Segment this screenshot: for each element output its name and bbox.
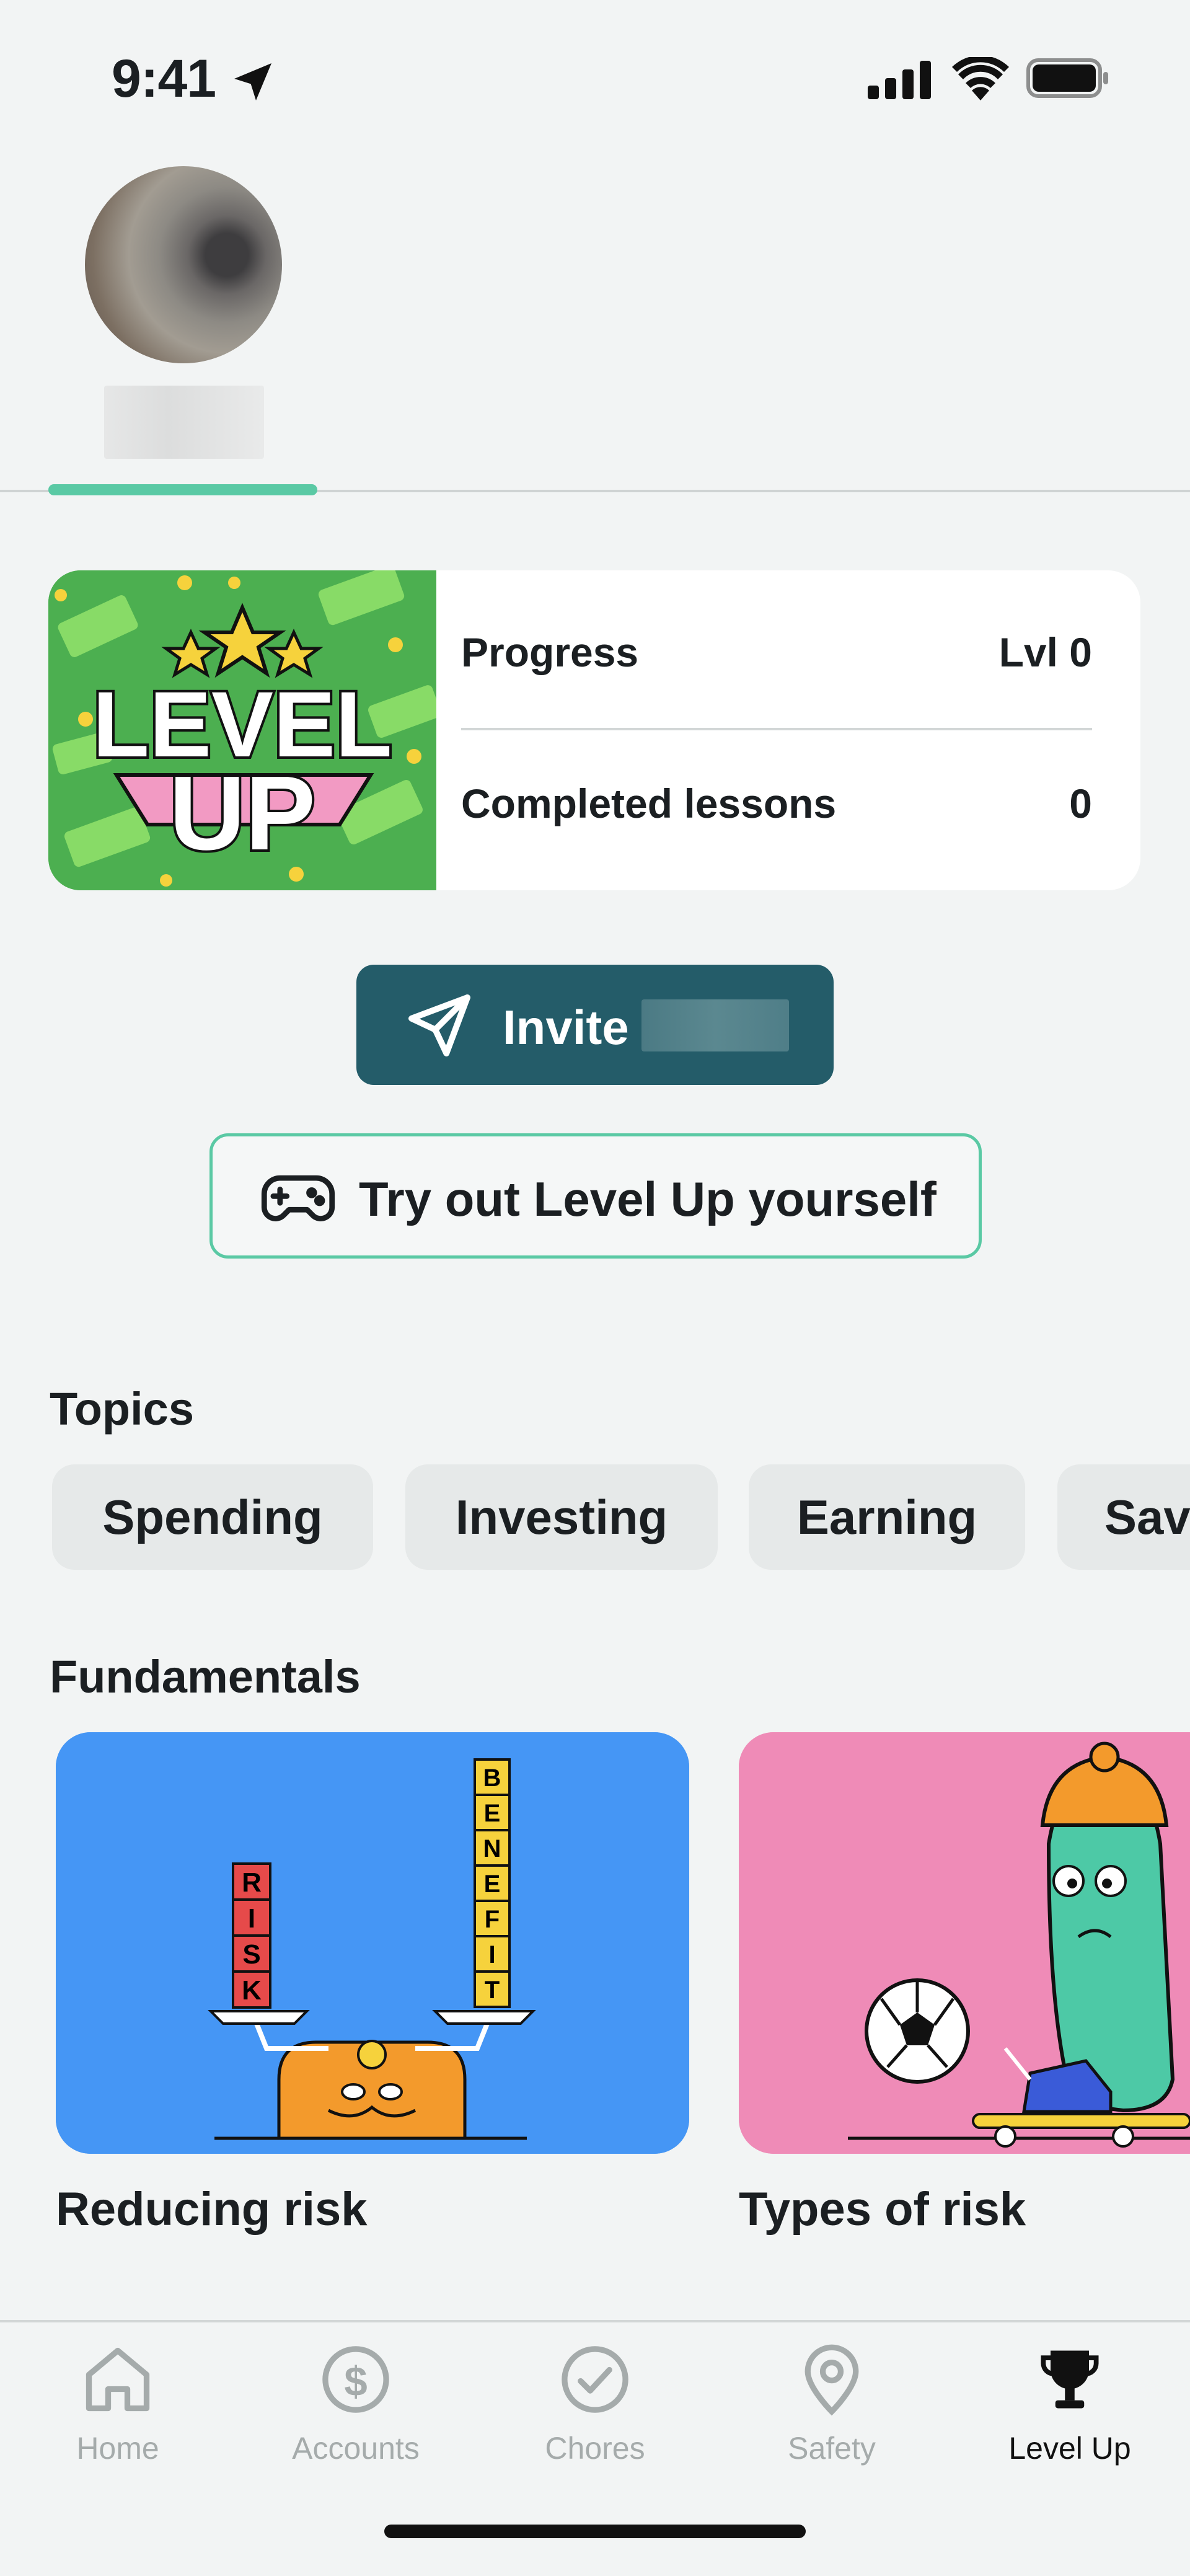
profile-name-redacted [104,386,264,459]
svg-text:$: $ [344,2358,367,2405]
svg-text:E: E [484,1800,501,1827]
wifi-icon [952,57,1009,100]
fundamentals-title: Fundamentals [50,1651,361,1702]
svg-text:I: I [248,1903,255,1934]
card-divider [461,728,1092,730]
location-arrow-icon [234,63,271,100]
lesson-title-types-of-risk[interactable]: Types of risk [739,2182,1026,2236]
completed-lessons-value: 0 [1069,781,1092,826]
svg-text:E: E [484,1870,501,1898]
cellular-signal-icon [868,61,931,99]
gamepad-icon [261,1175,335,1221]
home-icon [86,2347,150,2412]
svg-text:S: S [242,1939,260,1970]
topic-chip-spending[interactable]: Spending [52,1464,373,1570]
location-pin-icon [804,2344,859,2416]
invite-label: Invite [503,1000,629,1055]
progress-card[interactable]: LEVEL UP Progress Lvl 0 Completed lesson… [48,570,1140,890]
avatar[interactable] [85,166,282,363]
lesson-card-types-of-risk[interactable] [739,1732,1190,2154]
nav-item-home[interactable]: Home [25,2341,211,2490]
progress-level-value: Lvl 0 [998,629,1092,675]
svg-text:N: N [483,1835,501,1862]
selected-tab-indicator [48,484,317,495]
invite-button[interactable]: Invite [356,965,834,1085]
topics-title: Topics [50,1383,194,1435]
lesson-card-reducing-risk[interactable]: RISK BENE FIT [56,1732,689,2154]
svg-text:F: F [485,1906,500,1933]
nav-label-level-up: Level Up [1008,2431,1131,2466]
lesson-title-reducing-risk[interactable]: Reducing risk [56,2182,368,2236]
nav-item-accounts[interactable]: $ Accounts [263,2341,449,2490]
topic-chip-savings-partial[interactable]: Sav [1057,1464,1190,1570]
nav-label-accounts: Accounts [292,2431,420,2466]
try-level-up-label: Try out Level Up yourself [359,1172,937,1226]
status-time: 9:41 [112,49,216,108]
paper-plane-icon [408,994,470,1056]
nav-item-chores[interactable]: Chores [502,2341,688,2490]
svg-text:K: K [242,1975,262,2006]
trophy-icon [1041,2350,1099,2409]
try-level-up-button[interactable]: Try out Level Up yourself [209,1133,982,1259]
svg-text:R: R [242,1867,262,1898]
invitee-name-redacted [641,999,789,1051]
topic-chip-earning[interactable]: Earning [749,1464,1025,1570]
topic-chip-investing[interactable]: Investing [405,1464,718,1570]
progress-label: Progress [461,629,639,675]
nav-label-chores: Chores [545,2431,645,2466]
types-of-risk-illustration [739,1732,1190,2154]
nav-item-level-up[interactable]: Level Up [977,2341,1163,2490]
dollar-coin-icon: $ [322,2346,389,2413]
nav-item-safety[interactable]: Safety [739,2341,925,2490]
svg-text:T: T [485,1976,500,2004]
home-indicator[interactable] [384,2525,806,2538]
completed-lessons-label: Completed lessons [461,781,837,826]
nav-label-home: Home [76,2431,159,2466]
check-circle-icon [562,2346,628,2413]
reducing-risk-illustration: RISK BENE FIT [56,1732,689,2154]
svg-text:I: I [488,1941,495,1968]
badge-word-up: UP [169,755,315,872]
battery-icon [1026,58,1108,98]
nav-label-safety: Safety [788,2431,876,2466]
svg-text:B: B [483,1764,501,1792]
level-up-badge-image: LEVEL UP [48,570,436,890]
